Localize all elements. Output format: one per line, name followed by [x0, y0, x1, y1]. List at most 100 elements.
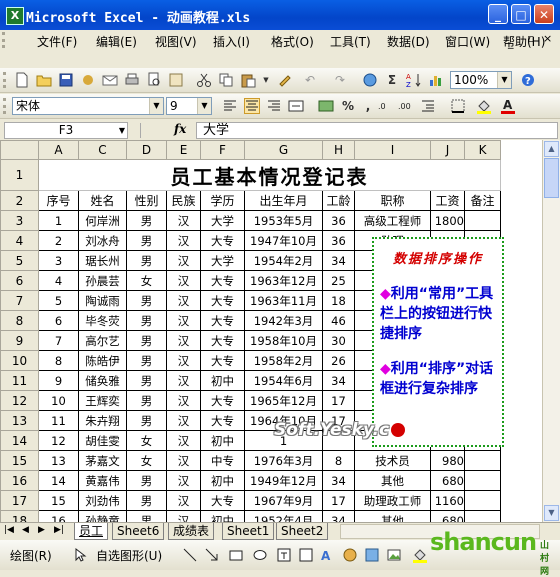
- header-cell[interactable]: 序号: [38, 190, 79, 211]
- tab-sheet6[interactable]: Sheet6: [112, 523, 165, 540]
- menu-grip[interactable]: [2, 32, 17, 48]
- table-cell[interactable]: 男: [126, 250, 167, 271]
- scroll-down-icon[interactable]: ▼: [544, 505, 559, 521]
- column-header[interactable]: J: [430, 140, 465, 160]
- table-cell[interactable]: 茅嘉文: [78, 450, 127, 471]
- table-cell[interactable]: 男: [126, 310, 167, 331]
- sort-ascending-icon[interactable]: AZ: [406, 72, 422, 89]
- table-cell[interactable]: 刘冰舟: [78, 230, 127, 251]
- table-cell[interactable]: 36: [322, 210, 355, 231]
- table-cell[interactable]: 34: [322, 470, 355, 491]
- table-cell[interactable]: 男: [126, 210, 167, 231]
- line-icon[interactable]: [182, 547, 198, 563]
- row-header[interactable]: 7: [0, 290, 39, 311]
- next-sheet-icon[interactable]: ▶: [38, 525, 45, 535]
- currency-icon[interactable]: [318, 98, 334, 114]
- table-cell[interactable]: 男: [126, 390, 167, 411]
- table-cell[interactable]: 中专: [200, 450, 245, 471]
- align-right-icon[interactable]: [266, 98, 282, 114]
- table-cell[interactable]: 汉: [166, 410, 201, 431]
- table-cell[interactable]: 1965年12月: [244, 390, 323, 411]
- table-cell[interactable]: 男: [126, 470, 167, 491]
- table-cell[interactable]: 13: [38, 450, 79, 471]
- table-cell[interactable]: 大专: [200, 290, 245, 311]
- header-cell[interactable]: 性别: [126, 190, 167, 211]
- table-cell[interactable]: 大专: [200, 390, 245, 411]
- table-cell[interactable]: 孙晨芸: [78, 270, 127, 291]
- row-header[interactable]: 12: [0, 390, 39, 411]
- table-cell[interactable]: 胡佳雯: [78, 430, 127, 451]
- align-center-icon[interactable]: [244, 98, 260, 114]
- table-cell[interactable]: 汉: [166, 230, 201, 251]
- table-cell[interactable]: 26: [322, 350, 355, 371]
- row-header[interactable]: 4: [0, 230, 39, 251]
- table-cell[interactable]: 18: [322, 290, 355, 311]
- table-cell[interactable]: 其他: [354, 470, 431, 491]
- table-cell[interactable]: 刘劲伟: [78, 490, 127, 511]
- chart-wizard-icon[interactable]: [428, 72, 444, 88]
- row-header[interactable]: 14: [0, 430, 39, 451]
- column-header[interactable]: H: [322, 140, 355, 160]
- header-cell[interactable]: 民族: [166, 190, 201, 211]
- table-cell[interactable]: 男: [126, 410, 167, 431]
- paste-dropdown-icon[interactable]: ▼: [262, 72, 270, 88]
- row-header[interactable]: 5: [0, 250, 39, 271]
- paste-icon[interactable]: [240, 72, 256, 88]
- fill-color-icon[interactable]: [412, 547, 428, 563]
- table-cell[interactable]: 大专: [200, 410, 245, 431]
- header-cell[interactable]: 备注: [464, 190, 501, 211]
- table-cell[interactable]: 初中: [200, 370, 245, 391]
- menu-data[interactable]: 数据(D): [387, 33, 430, 50]
- toolbar-grip[interactable]: [3, 72, 9, 88]
- table-cell[interactable]: 大专: [200, 350, 245, 371]
- table-cell[interactable]: 1953年5月: [244, 210, 323, 231]
- chevron-down-icon[interactable]: ▼: [119, 123, 125, 138]
- menu-format[interactable]: 格式(O): [271, 33, 314, 50]
- help-icon[interactable]: ?: [520, 72, 536, 88]
- table-cell[interactable]: 1942年3月: [244, 310, 323, 331]
- percent-icon[interactable]: %: [340, 98, 356, 114]
- header-cell[interactable]: 出生年月: [244, 190, 323, 211]
- table-cell[interactable]: 34: [322, 370, 355, 391]
- table-cell[interactable]: 680: [430, 470, 465, 491]
- scroll-up-icon[interactable]: ▲: [544, 141, 559, 157]
- table-cell[interactable]: 男: [126, 350, 167, 371]
- table-cell[interactable]: 8: [322, 450, 355, 471]
- table-cell[interactable]: 1800: [430, 210, 465, 231]
- table-cell[interactable]: 女: [126, 450, 167, 471]
- table-cell[interactable]: 汉: [166, 470, 201, 491]
- table-cell[interactable]: 3: [38, 250, 79, 271]
- header-cell[interactable]: 学历: [200, 190, 245, 211]
- copy-icon[interactable]: [218, 72, 234, 88]
- table-cell[interactable]: 陈皓伊: [78, 350, 127, 371]
- autosum-icon[interactable]: Σ: [384, 72, 400, 88]
- hyperlink-icon[interactable]: [362, 72, 378, 88]
- table-cell[interactable]: 大专: [200, 230, 245, 251]
- select-pointer-icon[interactable]: [72, 547, 88, 563]
- menu-tools[interactable]: 工具(T): [330, 33, 371, 50]
- fx-icon[interactable]: fx: [174, 122, 186, 136]
- table-cell[interactable]: 汉: [166, 490, 201, 511]
- table-cell[interactable]: 2: [38, 230, 79, 251]
- table-cell[interactable]: 1954年6月: [244, 370, 323, 391]
- comma-style-icon[interactable]: ,: [360, 98, 376, 114]
- table-cell[interactable]: [464, 490, 501, 511]
- table-cell[interactable]: 16: [38, 510, 79, 522]
- table-cell[interactable]: 朱卉翔: [78, 410, 127, 431]
- zoom-select[interactable]: 100% ▼: [450, 71, 512, 89]
- diagram-icon[interactable]: [342, 547, 358, 563]
- table-cell[interactable]: 大专: [200, 490, 245, 511]
- clipart-icon[interactable]: [364, 547, 380, 563]
- table-cell[interactable]: 1954年2月: [244, 250, 323, 271]
- table-cell[interactable]: 6: [38, 310, 79, 331]
- column-header[interactable]: I: [354, 140, 431, 160]
- table-cell[interactable]: 680: [430, 510, 465, 522]
- table-cell[interactable]: 男: [126, 330, 167, 351]
- table-cell[interactable]: 1949年12月: [244, 470, 323, 491]
- table-cell[interactable]: 30: [322, 330, 355, 351]
- fill-color-icon[interactable]: [476, 98, 492, 114]
- header-cell[interactable]: 姓名: [78, 190, 127, 211]
- table-cell[interactable]: 汉: [166, 250, 201, 271]
- table-cell[interactable]: 大学: [200, 250, 245, 271]
- row-header[interactable]: 10: [0, 350, 39, 371]
